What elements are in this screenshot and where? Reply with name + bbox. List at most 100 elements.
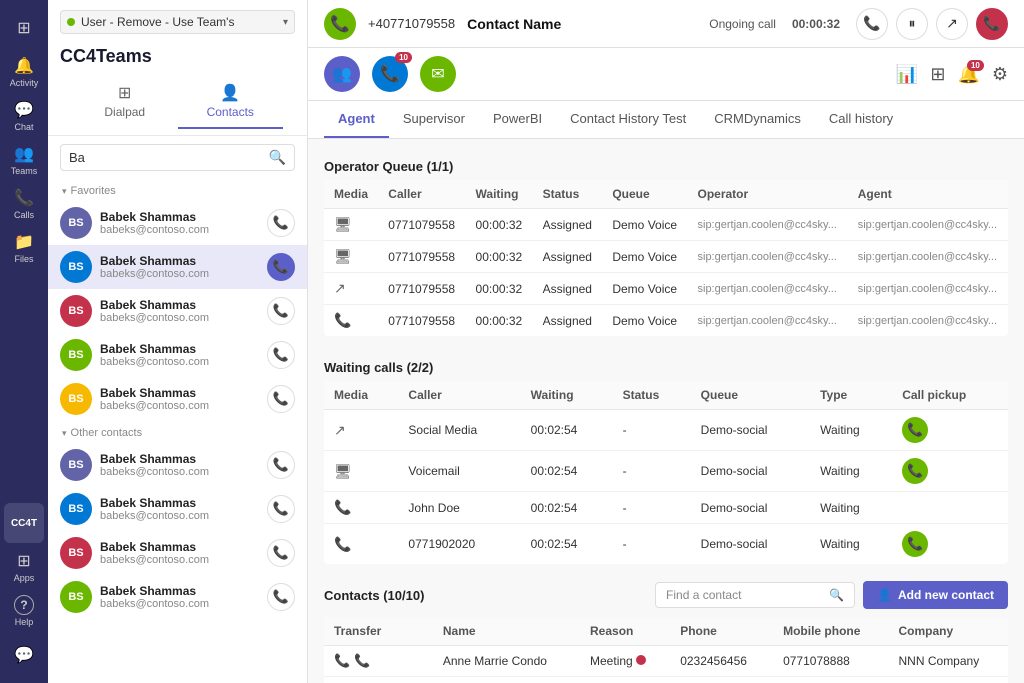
top-bar: 📞 +40771079558 Contact Name Ongoing call… bbox=[308, 0, 1024, 48]
call-timer: 00:00:32 bbox=[792, 17, 840, 31]
list-item[interactable]: BS Babek Shammas babeks@contoso.com 📞 bbox=[48, 245, 307, 289]
call-button[interactable]: 📞 bbox=[267, 209, 295, 237]
search-input[interactable] bbox=[69, 150, 269, 165]
nav-calls[interactable]: 📞 Calls bbox=[4, 184, 44, 224]
avatar: BS bbox=[60, 295, 92, 327]
grid-icon[interactable]: ⊞ bbox=[930, 64, 945, 85]
call-button[interactable]: 📞 bbox=[267, 297, 295, 325]
tab-agent[interactable]: Agent bbox=[324, 101, 389, 138]
table-row[interactable]: 📞 0771902020 00:02:54 - Demo-social Wait… bbox=[324, 524, 1008, 565]
tab-call-history[interactable]: Call history bbox=[815, 101, 907, 138]
table-row[interactable]: 🖥 0771079558 00:00:32 Assigned Demo Voic… bbox=[324, 209, 1008, 241]
list-item[interactable]: BS Babek Shammas babeks@contoso.com 📞 bbox=[48, 575, 307, 619]
table-row[interactable]: 📞 📞 ↗ 🖥 Anne Marrie Condo Meeting 023245… bbox=[324, 677, 1008, 683]
bell-icon[interactable]: 🔔 10 bbox=[957, 64, 979, 85]
search-box: 🔍 bbox=[60, 144, 295, 171]
nav-cc4t[interactable]: CC4T bbox=[4, 503, 44, 543]
contact-email: babeks@contoso.com bbox=[100, 554, 259, 566]
list-item[interactable]: BS Babek Shammas babeks@contoso.com 📞 bbox=[48, 531, 307, 575]
list-item[interactable]: BS Babek Shammas babeks@contoso.com 📞 bbox=[48, 443, 307, 487]
pickup-button[interactable]: 📞 bbox=[902, 458, 928, 484]
col-waiting: Waiting bbox=[466, 180, 533, 209]
nav-activity[interactable]: 🔔 Activity bbox=[4, 52, 44, 92]
mail-button[interactable]: ✉ bbox=[420, 56, 456, 92]
nav-chat[interactable]: 💬 Chat bbox=[4, 96, 44, 136]
col-status: Status bbox=[533, 180, 603, 209]
contacts-panel: User - Remove - Use Team's ▾ CC4Teams ⊞ … bbox=[48, 0, 308, 683]
nav-files[interactable]: 📁 Files bbox=[4, 228, 44, 268]
operator-queue-title: Operator Queue (1/1) bbox=[324, 151, 1008, 180]
table-row[interactable]: 🖥 0771079558 00:00:32 Assigned Demo Voic… bbox=[324, 241, 1008, 273]
pause-call-button[interactable]: ⏸ bbox=[896, 8, 928, 40]
call-button[interactable]: 📞 bbox=[267, 583, 295, 611]
nav-help[interactable]: ? Help bbox=[4, 591, 44, 631]
contact-name: Babek Shammas bbox=[100, 452, 259, 466]
avatar: BS bbox=[60, 251, 92, 283]
media-icon: 🖥 bbox=[334, 216, 352, 232]
tab-crm[interactable]: CRMDynamics bbox=[700, 101, 815, 138]
list-item[interactable]: BS Babek Shammas babeks@contoso.com 📞 bbox=[48, 289, 307, 333]
contact-name: Babek Shammas bbox=[100, 298, 259, 312]
table-row[interactable]: ↗ 0771079558 00:00:32 Assigned Demo Voic… bbox=[324, 273, 1008, 305]
list-item[interactable]: BS Babek Shammas babeks@contoso.com 📞 bbox=[48, 377, 307, 421]
table-row[interactable]: 📞 John Doe 00:02:54 - Demo-social Waitin… bbox=[324, 492, 1008, 524]
nav-apps[interactable]: ⊞ Apps bbox=[4, 547, 44, 587]
nav-teams[interactable]: 👥 Teams bbox=[4, 140, 44, 180]
avatar: BS bbox=[60, 449, 92, 481]
other-contacts-label: Other contacts bbox=[48, 421, 307, 443]
add-new-contact-button[interactable]: 👤 Add new contact bbox=[863, 581, 1008, 609]
status-dot bbox=[636, 655, 646, 665]
nav-chat2[interactable]: 💬 bbox=[4, 635, 44, 675]
transfer-icons: 📞 📞 bbox=[334, 653, 423, 669]
dialpad-icon: ⊞ bbox=[118, 83, 131, 103]
contacts-icon: 👤 bbox=[220, 83, 240, 103]
col-status: Status bbox=[613, 381, 691, 410]
call-button[interactable]: 📞 bbox=[267, 495, 295, 523]
contact-email: babeks@contoso.com bbox=[100, 224, 259, 236]
call-button[interactable]: 📞 bbox=[267, 539, 295, 567]
col-phone: Phone bbox=[670, 617, 773, 646]
tab-powerbi[interactable]: PowerBI bbox=[479, 101, 556, 138]
col-name: Name bbox=[433, 617, 580, 646]
pickup-button[interactable]: 📞 bbox=[902, 531, 928, 557]
list-item[interactable]: BS Babek Shammas babeks@contoso.com 📞 bbox=[48, 333, 307, 377]
col-waiting: Waiting bbox=[521, 381, 613, 410]
end-call-button[interactable]: 📞 bbox=[976, 8, 1008, 40]
call-button[interactable]: 📞 bbox=[267, 341, 295, 369]
find-contact-search[interactable]: Find a contact 🔍 bbox=[655, 582, 855, 608]
user-selector[interactable]: User - Remove - Use Team's ▾ bbox=[60, 10, 295, 34]
tab-contacts[interactable]: 👤 Contacts bbox=[178, 75, 284, 129]
media-icon: 🖥 bbox=[334, 463, 352, 479]
user-status-dot bbox=[67, 18, 75, 26]
list-item[interactable]: BS Babek Shammas babeks@contoso.com 📞 bbox=[48, 201, 307, 245]
chart-icon[interactable]: 📊 bbox=[896, 64, 918, 85]
call-button[interactable]: 📞 bbox=[267, 451, 295, 479]
list-item[interactable]: BS Babek Shammas babeks@contoso.com 📞 bbox=[48, 487, 307, 531]
pickup-button[interactable]: 📞 bbox=[902, 417, 928, 443]
favorites-label: Favorites bbox=[48, 179, 307, 201]
table-row[interactable]: 🖥 Voicemail 00:02:54 - Demo-social Waiti… bbox=[324, 451, 1008, 492]
table-row[interactable]: 📞 📞 Anne Marrie Condo Meeting 0232456456… bbox=[324, 646, 1008, 677]
media-icon: 📞 bbox=[334, 499, 351, 515]
phone-badge-button[interactable]: 📞 10 bbox=[372, 56, 408, 92]
transfer-call-button[interactable]: ↗ bbox=[936, 8, 968, 40]
tab-dialpad[interactable]: ⊞ Dialpad bbox=[72, 75, 178, 129]
nav-apps-grid[interactable]: ⊞ bbox=[4, 8, 44, 48]
transfer-call-icon[interactable]: 📞 bbox=[334, 653, 350, 669]
contact-email: babeks@contoso.com bbox=[100, 268, 259, 280]
main-area: 📞 +40771079558 Contact Name Ongoing call… bbox=[308, 0, 1024, 683]
col-reason: Reason bbox=[580, 617, 670, 646]
answer-call-button[interactable]: 📞 bbox=[856, 8, 888, 40]
table-row[interactable]: ↗ Social Media 00:02:54 - Demo-social Wa… bbox=[324, 410, 1008, 451]
settings-icon[interactable]: ⚙ bbox=[992, 64, 1008, 85]
contact-email: babeks@contoso.com bbox=[100, 510, 259, 522]
sub-bar: 👥 📞 10 ✉ 📊 ⊞ 🔔 10 ⚙ bbox=[308, 48, 1024, 101]
call-button[interactable]: 📞 bbox=[267, 253, 295, 281]
group-icon-button[interactable]: 👥 bbox=[324, 56, 360, 92]
col-mobile: Mobile phone bbox=[773, 617, 888, 646]
tab-contact-history[interactable]: Contact History Test bbox=[556, 101, 700, 138]
table-row[interactable]: 📞 0771079558 00:00:32 Assigned Demo Voic… bbox=[324, 305, 1008, 337]
call-button[interactable]: 📞 bbox=[267, 385, 295, 413]
tab-supervisor[interactable]: Supervisor bbox=[389, 101, 479, 138]
transfer-call-icon[interactable]: 📞 bbox=[354, 653, 370, 669]
